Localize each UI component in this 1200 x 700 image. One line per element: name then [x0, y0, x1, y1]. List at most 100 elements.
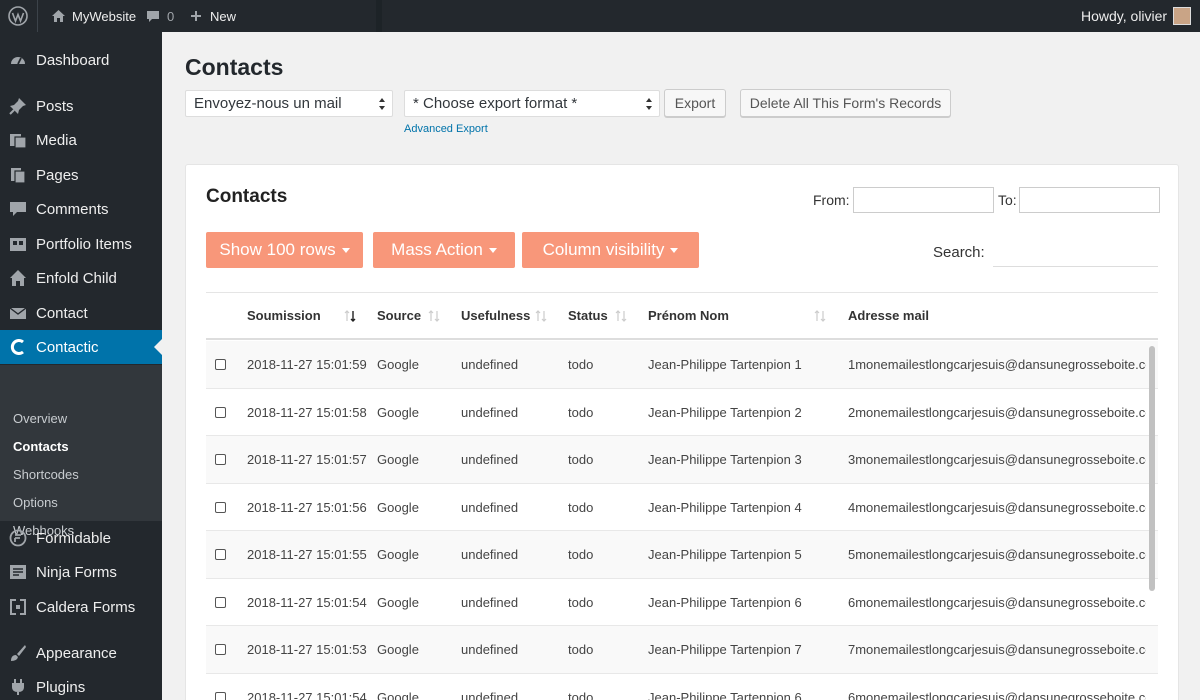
sidebar-item-dashboard[interactable]: Dashboard: [0, 43, 162, 77]
cell-status: todo: [568, 689, 594, 700]
sidebar-item-enfold-child[interactable]: Enfold Child: [0, 261, 162, 295]
portfolio-icon: [9, 235, 27, 253]
row-checkbox[interactable]: [215, 644, 226, 655]
home-icon: [51, 0, 66, 32]
cell-source: Google: [377, 357, 419, 372]
formidable-icon: [9, 529, 27, 547]
sidebar-item-posts[interactable]: Posts: [0, 89, 162, 123]
sidebar-item-caldera-forms[interactable]: Caldera Forms: [0, 590, 162, 624]
column-header-soumission[interactable]: Soumission: [247, 308, 321, 323]
cell-source: Google: [377, 689, 419, 700]
sort-icon[interactable]: [814, 310, 826, 322]
dashboard-icon: [9, 51, 27, 69]
cell-usefulness: undefined: [461, 452, 519, 467]
new-content-link[interactable]: New: [210, 0, 236, 32]
sidebar-item-formidable[interactable]: Formidable: [0, 521, 162, 555]
from-date-input[interactable]: [853, 187, 994, 213]
sidebar-item-comments[interactable]: Comments: [0, 192, 162, 226]
sidebar-item-contact[interactable]: Contact: [0, 296, 162, 330]
sidebar-item-contactic[interactable]: Contactic: [0, 330, 162, 364]
column-visibility-button[interactable]: Column visibility: [522, 232, 699, 268]
table-row[interactable]: 2018-11-27 15:01:59 Google undefined todo Je…: [206, 341, 1158, 389]
ninja-forms-icon: [9, 563, 27, 581]
to-date-input[interactable]: [1019, 187, 1160, 213]
cell-prenom-nom: Jean-Philippe Tartenpion 1: [648, 357, 802, 372]
sidebar-item-portfolio-items[interactable]: Portfolio Items: [0, 227, 162, 261]
sidebar-item-appearance[interactable]: Appearance: [0, 636, 162, 670]
submenu-contacts[interactable]: Contacts: [13, 439, 69, 454]
mass-action-button[interactable]: Mass Action: [373, 232, 515, 268]
plus-icon[interactable]: [190, 0, 202, 32]
table-row[interactable]: 2018-11-27 15:01:54 Google undefined todo Je…: [206, 674, 1158, 700]
cell-prenom-nom: Jean-Philippe Tartenpion 2: [648, 404, 802, 420]
site-name-link[interactable]: MyWebsite: [72, 0, 136, 32]
cell-adresse-mail: 7monemailestlongcarjesuis@dansunegrosseb…: [848, 642, 1146, 657]
cell-soumission: 2018-11-27 15:01:53: [247, 642, 367, 657]
comment-icon[interactable]: [146, 0, 160, 32]
sort-icon[interactable]: [615, 310, 627, 322]
comment-icon: [9, 200, 27, 218]
comments-count[interactable]: 0: [167, 0, 174, 32]
avatar[interactable]: [1173, 0, 1191, 32]
advanced-export-link[interactable]: Advanced Export: [404, 123, 488, 135]
select-arrows-icon: [646, 98, 652, 110]
cell-usefulness: undefined: [461, 357, 519, 372]
sort-icon[interactable]: [428, 310, 440, 322]
contactic-icon: [9, 338, 27, 356]
table-row[interactable]: 2018-11-27 15:01:57 Google undefined todo Je…: [206, 436, 1158, 484]
media-icon: [9, 131, 27, 149]
show-rows-button[interactable]: Show 100 rows: [206, 232, 363, 268]
column-header-prenom-nom[interactable]: Prénom Nom: [648, 308, 729, 323]
sort-icon[interactable]: [535, 310, 547, 322]
cell-status: todo: [568, 357, 594, 372]
submenu-shortcodes[interactable]: Shortcodes: [13, 467, 79, 482]
wordpress-logo-icon[interactable]: [8, 0, 28, 32]
submenu-overview[interactable]: Overview: [13, 411, 67, 426]
table-scrollbar[interactable]: [1149, 346, 1155, 591]
column-header-status[interactable]: Status: [568, 308, 608, 323]
search-input[interactable]: [993, 239, 1158, 265]
row-checkbox[interactable]: [215, 454, 226, 465]
row-checkbox[interactable]: [215, 691, 226, 700]
page-title: Contacts: [185, 54, 284, 80]
cell-usefulness: undefined: [461, 594, 519, 610]
table-row[interactable]: 2018-11-27 15:01:55 Google undefined todo Je…: [206, 531, 1158, 579]
envelope-icon: [9, 304, 27, 322]
row-checkbox[interactable]: [215, 549, 226, 560]
cell-status: todo: [568, 547, 594, 562]
row-checkbox[interactable]: [215, 501, 226, 513]
row-checkbox[interactable]: [215, 596, 226, 608]
plugin-icon: [9, 678, 27, 696]
column-header-adresse-mail[interactable]: Adresse mail: [848, 308, 929, 323]
row-checkbox[interactable]: [215, 406, 226, 418]
cell-source: Google: [377, 547, 419, 562]
table-row[interactable]: 2018-11-27 15:01:54 Google undefined todo Je…: [206, 579, 1158, 626]
form-select[interactable]: Envoyez-nous un mail: [185, 90, 393, 117]
cell-soumission: 2018-11-27 15:01:54: [247, 689, 367, 700]
delete-all-records-button[interactable]: Delete All This Form's Records: [740, 89, 951, 117]
table-row[interactable]: 2018-11-27 15:01:56 Google undefined todo Je…: [206, 484, 1158, 531]
sidebar-item-media[interactable]: Media: [0, 123, 162, 157]
admin-bar: MyWebsite 0 New Howdy, olivier: [0, 0, 1200, 32]
sort-desc-icon[interactable]: [344, 310, 356, 322]
row-checkbox[interactable]: [215, 359, 226, 370]
cell-adresse-mail: 3monemailestlongcarjesuis@dansunegrosseb…: [848, 452, 1146, 467]
column-header-source[interactable]: Source: [377, 308, 421, 323]
cell-status: todo: [568, 404, 594, 420]
table-row[interactable]: 2018-11-27 15:01:53 Google undefined todo Je…: [206, 626, 1158, 674]
sidebar-item-plugins[interactable]: Plugins: [0, 670, 162, 700]
export-format-select[interactable]: * Choose export format *: [404, 90, 660, 117]
to-label: To:: [998, 192, 1017, 208]
pin-icon: [9, 97, 27, 115]
column-header-usefulness[interactable]: Usefulness: [461, 308, 530, 323]
submenu-options[interactable]: Options: [13, 495, 58, 510]
howdy-greeting[interactable]: Howdy, olivier: [1081, 0, 1167, 32]
table-row[interactable]: 2018-11-27 15:01:58 Google undefined todo Je…: [206, 389, 1158, 436]
contacts-panel: Contacts From: To: Show 100 rows Mass Ac…: [185, 164, 1179, 700]
sidebar-item-pages[interactable]: Pages: [0, 158, 162, 192]
cell-adresse-mail: 5monemailestlongcarjesuis@dansunegrosseb…: [848, 547, 1146, 562]
cell-soumission: 2018-11-27 15:01:54: [247, 594, 367, 610]
sidebar-item-ninja-forms[interactable]: Ninja Forms: [0, 555, 162, 589]
cell-soumission: 2018-11-27 15:01:59: [247, 357, 367, 372]
export-button[interactable]: Export: [664, 89, 726, 117]
